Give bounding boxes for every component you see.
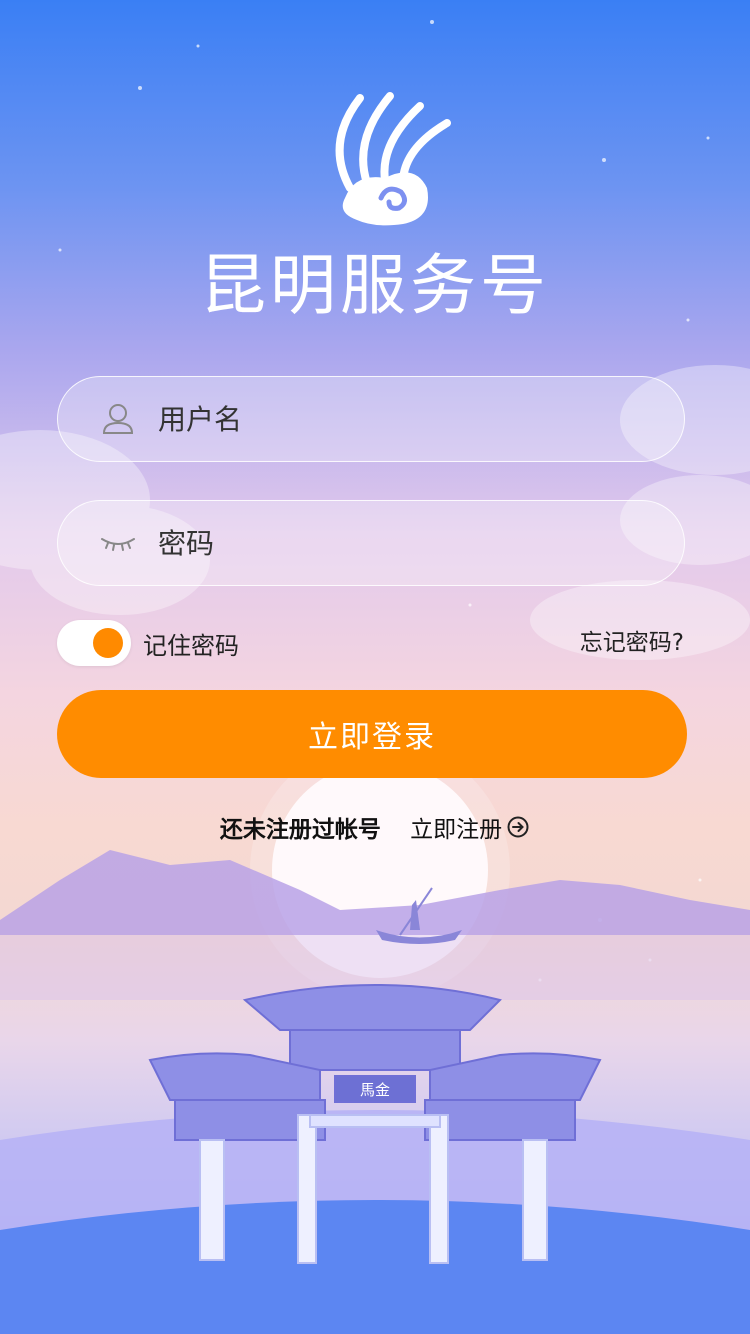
login-button[interactable]: 立即登录 — [57, 690, 687, 778]
forgot-password-link[interactable]: 忘记密码? — [580, 623, 684, 657]
remember-label: 记住密码 — [143, 631, 239, 660]
register-prompt: 还未注册过帐号 — [219, 817, 381, 843]
remember-password: 记住密码 — [57, 620, 239, 666]
arrow-circle-right-icon — [507, 816, 529, 838]
password-input[interactable] — [156, 525, 600, 561]
user-icon — [98, 399, 138, 439]
username-field[interactable] — [57, 376, 685, 462]
username-input[interactable] — [156, 401, 600, 437]
app-title: 昆明服务号 — [200, 247, 550, 324]
cloud-wing-logo — [335, 92, 451, 226]
register-link-label: 立即注册 — [410, 817, 503, 843]
register-link[interactable]: 立即注册 — [410, 810, 530, 844]
eye-closed-icon[interactable] — [98, 523, 138, 563]
password-field[interactable] — [57, 500, 685, 586]
gate-plaque: 馬金 — [360, 1081, 390, 1099]
register-row: 还未注册过帐号 立即注册 — [0, 810, 750, 844]
toggle-knob — [93, 628, 123, 658]
remember-toggle[interactable] — [57, 620, 131, 666]
